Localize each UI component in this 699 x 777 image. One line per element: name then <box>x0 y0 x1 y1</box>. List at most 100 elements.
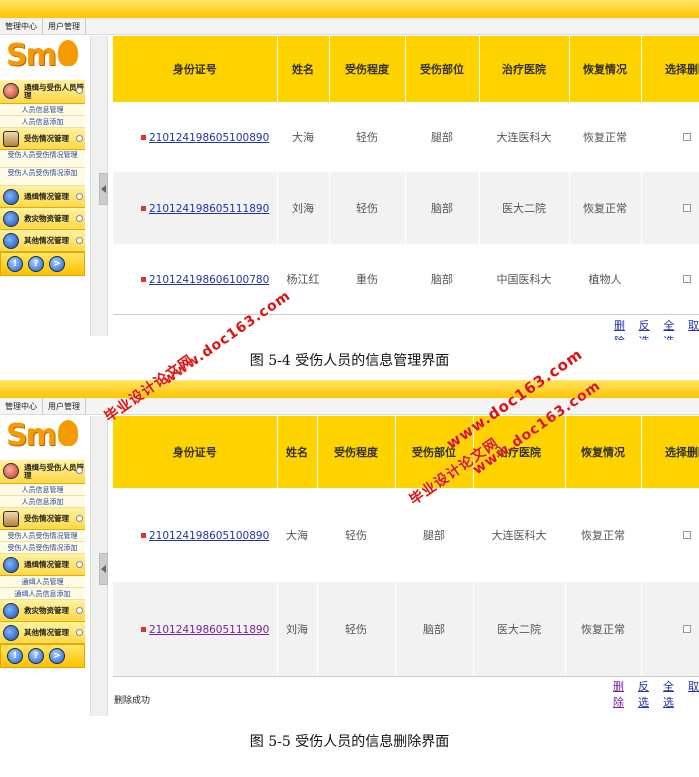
table-row: 210124198605111890 刘海 轻伤 脑部 医大二院 恢复正常 <box>113 172 699 244</box>
sidebar-section-personnel[interactable]: 通缉与受伤人员管理 <box>0 80 85 104</box>
globe-icon <box>3 189 19 205</box>
cancel-link[interactable]: 取 <box>688 317 699 340</box>
table-actions: 删除 反选 全选 取 <box>614 317 699 340</box>
help-icon[interactable]: ? <box>28 648 44 664</box>
sidebar-item-personnel-manage[interactable]: 人员信息管理 <box>0 484 85 496</box>
bullet-icon <box>141 277 146 282</box>
cancel-link[interactable]: 取 <box>688 678 699 710</box>
chevron-icon <box>76 561 83 568</box>
select-checkbox[interactable] <box>683 530 691 539</box>
splitter[interactable] <box>90 36 108 336</box>
chevron-icon <box>76 629 83 636</box>
select-checkbox[interactable] <box>683 624 691 633</box>
select-all-link[interactable]: 全选 <box>663 678 679 710</box>
select-checkbox[interactable] <box>683 274 691 283</box>
select-all-link[interactable]: 全选 <box>663 317 679 340</box>
sidebar-item-injury-manage[interactable]: 受伤人员受伤情况管理 <box>0 150 85 168</box>
invert-selection-link[interactable]: 反选 <box>639 317 655 340</box>
sidebar-item-wanted-manage[interactable]: 通缉人员管理 <box>0 576 85 588</box>
people-icon <box>3 463 19 479</box>
col-header-recovery: 恢复情况 <box>569 36 642 102</box>
delete-link[interactable]: 删除 <box>613 678 629 710</box>
table-actions: 删除 反选 全选 取 <box>613 678 699 710</box>
person-icon <box>3 131 19 147</box>
id-link[interactable]: 210124198605100890 <box>149 132 269 144</box>
sidebar-button-row: ! ? > <box>0 644 85 668</box>
figure-caption: 图 5-4 受伤人员的信息管理界面 <box>249 353 450 369</box>
main-content: 身份证号 姓名 受伤程度 受伤部位 治疗医院 恢复情况 选择删除 2101241… <box>113 36 699 336</box>
sidebar: Sm 通缉与受伤人员管理 人员信息管理 人员信息添加 受伤情况管理 受伤人员受伤… <box>0 36 85 276</box>
people-icon <box>3 83 19 99</box>
collapse-handle[interactable] <box>99 173 108 205</box>
col-header-id: 身份证号 <box>113 416 278 488</box>
tab-user-management[interactable]: 用户管理 <box>43 18 86 34</box>
select-checkbox[interactable] <box>683 132 691 141</box>
chevron-icon <box>76 237 83 244</box>
sidebar-item-personnel-add[interactable]: 人员信息添加 <box>0 496 85 508</box>
sidebar-item-wanted-add[interactable]: 通缉人员信息添加 <box>0 588 85 600</box>
help-icon[interactable]: ? <box>28 256 44 272</box>
next-icon[interactable]: > <box>49 648 65 664</box>
main-content: 身份证号 姓名 受伤程度 受伤部位 治疗医院 恢复情况 选择删除 2101241… <box>113 416 699 716</box>
sidebar-section-wanted[interactable]: 通缉情况管理 <box>0 186 85 208</box>
tab-admin-center[interactable]: 管理中心 <box>0 18 43 34</box>
sidebar-item-personnel-add[interactable]: 人员信息添加 <box>0 116 85 128</box>
bullet-icon <box>141 206 146 211</box>
chevron-icon <box>76 87 83 94</box>
select-checkbox[interactable] <box>683 203 691 212</box>
col-header-severity: 受伤程度 <box>329 36 406 102</box>
collapse-handle[interactable] <box>99 553 108 585</box>
chevron-icon <box>76 515 83 522</box>
sidebar-item-injury-manage[interactable]: 受伤人员受伤情况管理 <box>0 530 85 542</box>
sidebar-section-wanted[interactable]: 通缉情况管理 <box>0 554 85 576</box>
sidebar-item-personnel-manage[interactable]: 人员信息管理 <box>0 104 85 116</box>
sidebar-section-personnel[interactable]: 通缉与受伤人员管理 <box>0 460 85 484</box>
screenshot-info-delete: 管理中心 用户管理 Sm 通缉与受伤人员管理 人员信息管理 人员信息添加 受伤情… <box>0 380 699 720</box>
globe-icon <box>3 603 19 619</box>
sidebar-item-injury-add[interactable]: 受伤人员受伤情况添加 <box>0 168 85 186</box>
sidebar-section-relief[interactable]: 救灾物资管理 <box>0 600 85 622</box>
logo: Sm <box>0 36 85 80</box>
delete-link[interactable]: 删除 <box>614 317 630 340</box>
col-header-hospital: 治疗医院 <box>479 36 570 102</box>
globe-icon <box>3 233 19 249</box>
info-icon[interactable]: ! <box>7 648 23 664</box>
tab-admin-center[interactable]: 管理中心 <box>0 398 43 414</box>
col-header-select: 选择删除 <box>641 416 699 488</box>
sidebar-section-other[interactable]: 其他情况管理 <box>0 230 85 252</box>
table-row: 210124198605100890 大海 轻伤 腿部 大连医科大 恢复正常 <box>113 102 699 172</box>
info-icon[interactable]: ! <box>7 256 23 272</box>
id-link[interactable]: 210124198605111890 <box>149 203 269 215</box>
col-header-recovery: 恢复情况 <box>565 416 642 488</box>
chevron-icon <box>76 135 83 142</box>
divider <box>113 676 699 677</box>
globe-icon <box>3 625 19 641</box>
sidebar-section-relief[interactable]: 救灾物资管理 <box>0 208 85 230</box>
invert-selection-link[interactable]: 反选 <box>638 678 654 710</box>
screenshot-info-management: 管理中心 用户管理 Sm 通缉与受伤人员管理 人员信息管理 人员信息添加 受伤情… <box>0 0 699 340</box>
status-message: 删除成功 <box>114 696 151 706</box>
chevron-icon <box>76 467 83 474</box>
sidebar-section-injury[interactable]: 受伤情况管理 <box>0 128 85 150</box>
sidebar-section-injury[interactable]: 受伤情况管理 <box>0 508 85 530</box>
person-icon <box>3 511 19 527</box>
chevron-icon <box>76 607 83 614</box>
table-row: 210124198605111890 刘海 轻伤 脑部 医大二院 恢复正常 <box>113 582 699 676</box>
id-link[interactable]: 210124198605100890 <box>149 530 269 542</box>
col-header-select: 选择删除 <box>641 36 699 102</box>
sidebar-section-other[interactable]: 其他情况管理 <box>0 622 85 644</box>
id-link[interactable]: 210124198606100780 <box>149 274 269 286</box>
bullet-icon <box>141 533 146 538</box>
next-icon[interactable]: > <box>49 256 65 272</box>
col-header-name: 姓名 <box>277 36 330 102</box>
tab-user-management[interactable]: 用户管理 <box>43 398 86 414</box>
sidebar-button-row: ! ? > <box>0 252 85 276</box>
sidebar: Sm 通缉与受伤人员管理 人员信息管理 人员信息添加 受伤情况管理 受伤人员受伤… <box>0 416 85 668</box>
chevron-icon <box>76 193 83 200</box>
sidebar-item-injury-add[interactable]: 受伤人员受伤情况添加 <box>0 542 85 554</box>
globe-icon <box>3 557 19 573</box>
splitter[interactable] <box>90 416 108 716</box>
id-link[interactable]: 210124198605111890 <box>149 624 269 636</box>
globe-icon <box>3 211 19 227</box>
col-header-name: 姓名 <box>277 416 318 488</box>
